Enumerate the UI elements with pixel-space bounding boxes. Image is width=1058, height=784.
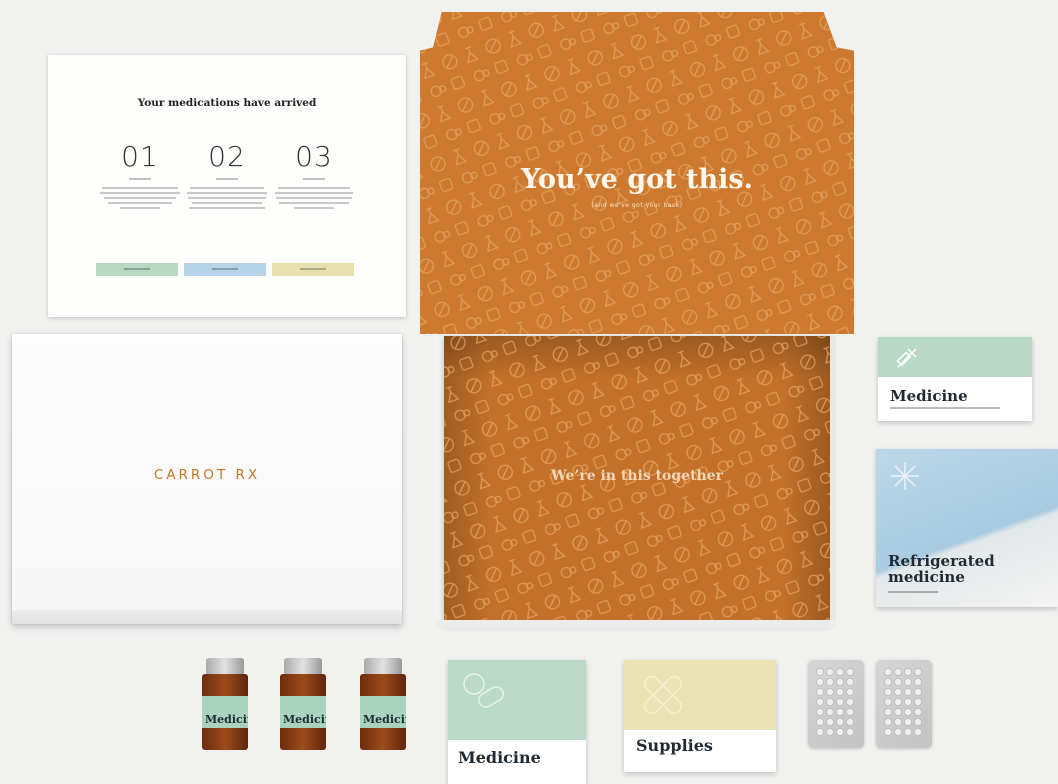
- medicine-box-right: Medicine: [878, 337, 1032, 421]
- pill-medicine: [96, 263, 178, 276]
- brand-logo: CARROT RX: [153, 467, 261, 483]
- refrigerated-label: Refrigerated medicine: [888, 552, 995, 586]
- step-3: 03: [272, 140, 356, 212]
- bottle-label: Medicine: [205, 713, 248, 726]
- lid-subtext: (and we've got your back): [591, 202, 683, 209]
- pill-bottle: Medicine: [202, 658, 248, 750]
- white-shipping-box: CARROT RX: [12, 334, 402, 624]
- lid-headline: You’ve got this.: [521, 164, 753, 195]
- supplies-box: Supplies: [624, 660, 776, 772]
- bottle-label: Medicine: [283, 713, 326, 726]
- card-title: Your medications have arrived: [137, 97, 317, 109]
- pill-icon: [463, 673, 504, 708]
- welcome-insert-card: Your medications have arrived 01 02 03: [48, 55, 406, 317]
- box-wall-right: [830, 336, 836, 624]
- box-wall-bottom: [436, 620, 836, 628]
- medicine-box-bottom: Medicine: [448, 660, 586, 784]
- step-number: 01: [121, 140, 159, 173]
- refrigerated-bag: Refrigerated medicine: [876, 449, 1058, 607]
- bandage-icon: [643, 675, 683, 715]
- medicine-label: Medicine: [458, 748, 541, 767]
- medicine-label: Medicine: [890, 387, 968, 405]
- box-lid: You’ve got this. (and we've got your bac…: [420, 12, 854, 334]
- box-interior: We’re in this together: [444, 336, 830, 624]
- pill-bottle: Medicine: [280, 658, 326, 750]
- blister-pack-icon: [808, 660, 864, 748]
- syringe-icon: [896, 348, 917, 368]
- step-2: 02: [185, 140, 269, 212]
- bottle-label: Medicine: [363, 713, 406, 726]
- box-wall-left: [436, 336, 444, 624]
- blister-pack-icon: [876, 660, 932, 748]
- interior-message: We’re in this together: [550, 468, 724, 484]
- step-number: 02: [208, 140, 246, 173]
- step-number: 03: [295, 140, 333, 173]
- pill-supplies: [272, 263, 354, 276]
- supplies-label: Supplies: [636, 736, 713, 755]
- pill-bottle: Medicine: [360, 658, 406, 750]
- pill-refrigerated: [184, 263, 266, 276]
- snowflake-icon: [891, 462, 919, 490]
- step-1: 01: [98, 140, 182, 212]
